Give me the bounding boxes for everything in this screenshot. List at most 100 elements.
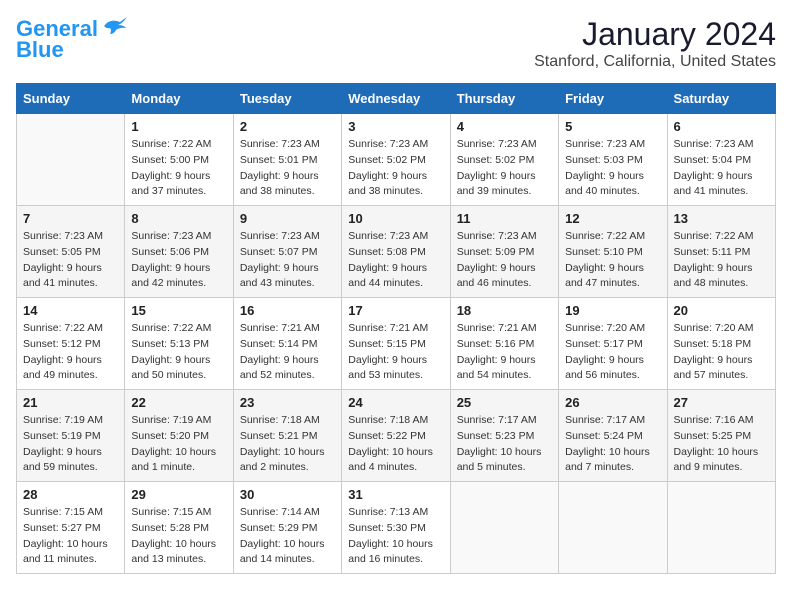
calendar-day-cell: 22 Sunrise: 7:19 AM Sunset: 5:20 PM Dayl…: [125, 390, 233, 482]
day-number: 18: [457, 303, 552, 318]
calendar-day-cell: 7 Sunrise: 7:23 AM Sunset: 5:05 PM Dayli…: [17, 206, 125, 298]
sunrise-text: Sunrise: 7:17 AM: [565, 413, 660, 429]
sunrise-text: Sunrise: 7:13 AM: [348, 505, 443, 521]
day-number: 6: [674, 119, 769, 134]
calendar-day-cell: [17, 114, 125, 206]
sunrise-text: Sunrise: 7:23 AM: [457, 229, 552, 245]
sunset-text: Sunset: 5:20 PM: [131, 429, 226, 445]
sunrise-text: Sunrise: 7:23 AM: [674, 137, 769, 153]
day-info: Sunrise: 7:14 AM Sunset: 5:29 PM Dayligh…: [240, 505, 335, 568]
day-info: Sunrise: 7:23 AM Sunset: 5:07 PM Dayligh…: [240, 229, 335, 292]
sunrise-text: Sunrise: 7:18 AM: [348, 413, 443, 429]
sunset-text: Sunset: 5:28 PM: [131, 521, 226, 537]
day-info: Sunrise: 7:15 AM Sunset: 5:27 PM Dayligh…: [23, 505, 118, 568]
day-info: Sunrise: 7:18 AM Sunset: 5:21 PM Dayligh…: [240, 413, 335, 476]
header-sunday: Sunday: [17, 84, 125, 114]
daylight-text: Daylight: 9 hours and 59 minutes.: [23, 445, 118, 477]
day-number: 24: [348, 395, 443, 410]
day-info: Sunrise: 7:21 AM Sunset: 5:14 PM Dayligh…: [240, 321, 335, 384]
daylight-text: Daylight: 9 hours and 53 minutes.: [348, 353, 443, 385]
calendar-day-cell: 12 Sunrise: 7:22 AM Sunset: 5:10 PM Dayl…: [559, 206, 667, 298]
sunset-text: Sunset: 5:29 PM: [240, 521, 335, 537]
day-info: Sunrise: 7:23 AM Sunset: 5:02 PM Dayligh…: [457, 137, 552, 200]
day-info: Sunrise: 7:23 AM Sunset: 5:04 PM Dayligh…: [674, 137, 769, 200]
daylight-text: Daylight: 9 hours and 54 minutes.: [457, 353, 552, 385]
calendar-day-cell: 2 Sunrise: 7:23 AM Sunset: 5:01 PM Dayli…: [233, 114, 341, 206]
sunset-text: Sunset: 5:24 PM: [565, 429, 660, 445]
calendar-day-cell: 3 Sunrise: 7:23 AM Sunset: 5:02 PM Dayli…: [342, 114, 450, 206]
sunrise-text: Sunrise: 7:22 AM: [565, 229, 660, 245]
sunrise-text: Sunrise: 7:19 AM: [131, 413, 226, 429]
sunrise-text: Sunrise: 7:23 AM: [348, 229, 443, 245]
sunset-text: Sunset: 5:22 PM: [348, 429, 443, 445]
day-number: 25: [457, 395, 552, 410]
day-info: Sunrise: 7:13 AM Sunset: 5:30 PM Dayligh…: [348, 505, 443, 568]
sunrise-text: Sunrise: 7:19 AM: [23, 413, 118, 429]
sunset-text: Sunset: 5:06 PM: [131, 245, 226, 261]
sunset-text: Sunset: 5:10 PM: [565, 245, 660, 261]
day-info: Sunrise: 7:23 AM Sunset: 5:01 PM Dayligh…: [240, 137, 335, 200]
sunrise-text: Sunrise: 7:23 AM: [240, 137, 335, 153]
calendar-day-cell: 1 Sunrise: 7:22 AM Sunset: 5:00 PM Dayli…: [125, 114, 233, 206]
sunset-text: Sunset: 5:15 PM: [348, 337, 443, 353]
sunset-text: Sunset: 5:16 PM: [457, 337, 552, 353]
calendar-day-cell: 20 Sunrise: 7:20 AM Sunset: 5:18 PM Dayl…: [667, 298, 775, 390]
daylight-text: Daylight: 10 hours and 13 minutes.: [131, 537, 226, 569]
sunrise-text: Sunrise: 7:14 AM: [240, 505, 335, 521]
sunrise-text: Sunrise: 7:15 AM: [23, 505, 118, 521]
header-monday: Monday: [125, 84, 233, 114]
calendar-week-row: 28 Sunrise: 7:15 AM Sunset: 5:27 PM Dayl…: [17, 482, 776, 574]
daylight-text: Daylight: 9 hours and 42 minutes.: [131, 261, 226, 293]
daylight-text: Daylight: 9 hours and 57 minutes.: [674, 353, 769, 385]
daylight-text: Daylight: 10 hours and 7 minutes.: [565, 445, 660, 477]
daylight-text: Daylight: 9 hours and 40 minutes.: [565, 169, 660, 201]
day-number: 21: [23, 395, 118, 410]
day-info: Sunrise: 7:22 AM Sunset: 5:12 PM Dayligh…: [23, 321, 118, 384]
daylight-text: Daylight: 9 hours and 50 minutes.: [131, 353, 226, 385]
calendar-day-cell: 25 Sunrise: 7:17 AM Sunset: 5:23 PM Dayl…: [450, 390, 558, 482]
day-number: 20: [674, 303, 769, 318]
sunrise-text: Sunrise: 7:22 AM: [674, 229, 769, 245]
daylight-text: Daylight: 9 hours and 43 minutes.: [240, 261, 335, 293]
day-number: 13: [674, 211, 769, 226]
sunrise-text: Sunrise: 7:21 AM: [457, 321, 552, 337]
calendar-day-cell: 11 Sunrise: 7:23 AM Sunset: 5:09 PM Dayl…: [450, 206, 558, 298]
day-info: Sunrise: 7:18 AM Sunset: 5:22 PM Dayligh…: [348, 413, 443, 476]
daylight-text: Daylight: 9 hours and 38 minutes.: [348, 169, 443, 201]
daylight-text: Daylight: 10 hours and 1 minute.: [131, 445, 226, 477]
daylight-text: Daylight: 9 hours and 48 minutes.: [674, 261, 769, 293]
day-info: Sunrise: 7:17 AM Sunset: 5:23 PM Dayligh…: [457, 413, 552, 476]
day-number: 5: [565, 119, 660, 134]
calendar-day-cell: 24 Sunrise: 7:18 AM Sunset: 5:22 PM Dayl…: [342, 390, 450, 482]
location-text: Stanford, California, United States: [534, 53, 776, 71]
sunset-text: Sunset: 5:17 PM: [565, 337, 660, 353]
day-info: Sunrise: 7:22 AM Sunset: 5:10 PM Dayligh…: [565, 229, 660, 292]
day-number: 27: [674, 395, 769, 410]
sunset-text: Sunset: 5:02 PM: [348, 153, 443, 169]
day-number: 3: [348, 119, 443, 134]
sunset-text: Sunset: 5:19 PM: [23, 429, 118, 445]
day-number: 1: [131, 119, 226, 134]
header-wednesday: Wednesday: [342, 84, 450, 114]
day-number: 2: [240, 119, 335, 134]
day-number: 26: [565, 395, 660, 410]
day-info: Sunrise: 7:19 AM Sunset: 5:19 PM Dayligh…: [23, 413, 118, 476]
calendar-day-cell: 28 Sunrise: 7:15 AM Sunset: 5:27 PM Dayl…: [17, 482, 125, 574]
daylight-text: Daylight: 10 hours and 14 minutes.: [240, 537, 335, 569]
page-header: General Blue January 2024 Stanford, Cali…: [16, 16, 776, 71]
day-info: Sunrise: 7:21 AM Sunset: 5:16 PM Dayligh…: [457, 321, 552, 384]
sunrise-text: Sunrise: 7:20 AM: [565, 321, 660, 337]
day-number: 22: [131, 395, 226, 410]
daylight-text: Daylight: 10 hours and 11 minutes.: [23, 537, 118, 569]
calendar-day-cell: 17 Sunrise: 7:21 AM Sunset: 5:15 PM Dayl…: [342, 298, 450, 390]
day-info: Sunrise: 7:22 AM Sunset: 5:00 PM Dayligh…: [131, 137, 226, 200]
daylight-text: Daylight: 10 hours and 16 minutes.: [348, 537, 443, 569]
sunset-text: Sunset: 5:12 PM: [23, 337, 118, 353]
sunset-text: Sunset: 5:11 PM: [674, 245, 769, 261]
calendar-day-cell: 14 Sunrise: 7:22 AM Sunset: 5:12 PM Dayl…: [17, 298, 125, 390]
day-number: 11: [457, 211, 552, 226]
day-info: Sunrise: 7:23 AM Sunset: 5:06 PM Dayligh…: [131, 229, 226, 292]
header-friday: Friday: [559, 84, 667, 114]
sunrise-text: Sunrise: 7:23 AM: [348, 137, 443, 153]
daylight-text: Daylight: 9 hours and 56 minutes.: [565, 353, 660, 385]
